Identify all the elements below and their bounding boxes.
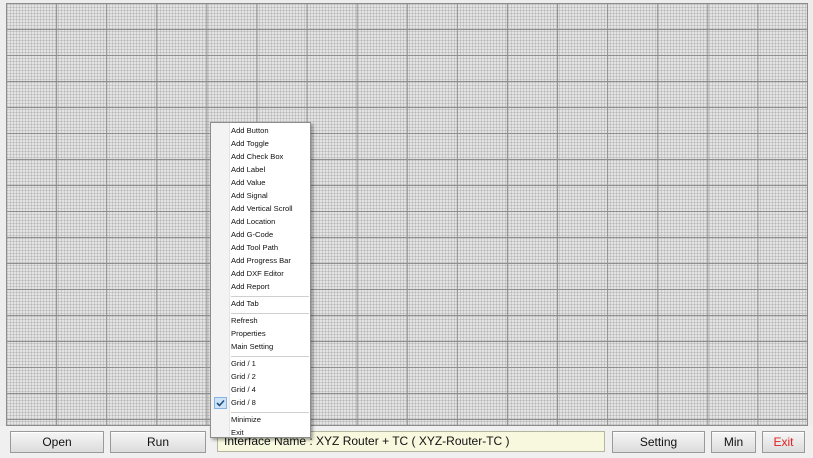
- menu-item-add-vertical-scroll[interactable]: Add Vertical Scroll: [231, 203, 309, 215]
- menu-item-grid-2[interactable]: Grid / 2: [231, 371, 309, 383]
- exit-button[interactable]: Exit: [762, 431, 805, 453]
- menu-separator: [231, 296, 309, 297]
- menu-icon-gutter: [211, 123, 230, 437]
- menu-item-add-tab[interactable]: Add Tab: [231, 298, 309, 310]
- menu-item-grid-8[interactable]: Grid / 8: [231, 397, 309, 409]
- menu-separator: [231, 356, 309, 357]
- menu-separator: [231, 313, 309, 314]
- menu-item-add-dxf-editor[interactable]: Add DXF Editor: [231, 268, 309, 280]
- menu-item-exit[interactable]: Exit: [231, 427, 309, 437]
- menu-item-properties[interactable]: Properties: [231, 328, 309, 340]
- menu-item-add-location[interactable]: Add Location: [231, 216, 309, 228]
- setting-button[interactable]: Setting: [612, 431, 705, 453]
- menu-item-add-value[interactable]: Add Value: [231, 177, 309, 189]
- menu-separator: [231, 412, 309, 413]
- menu-item-add-report[interactable]: Add Report: [231, 281, 309, 293]
- menu-item-add-signal[interactable]: Add Signal: [231, 190, 309, 202]
- menu-item-add-toggle[interactable]: Add Toggle: [231, 138, 309, 150]
- menu-item-add-g-code[interactable]: Add G-Code: [231, 229, 309, 241]
- menu-item-add-tool-path[interactable]: Add Tool Path: [231, 242, 309, 254]
- menu-item-minimize[interactable]: Minimize: [231, 414, 309, 426]
- menu-item-grid-1[interactable]: Grid / 1: [231, 358, 309, 370]
- menu-item-grid-4[interactable]: Grid / 4: [231, 384, 309, 396]
- menu-item-add-check-box[interactable]: Add Check Box: [231, 151, 309, 163]
- open-button[interactable]: Open: [10, 431, 104, 453]
- minimize-button[interactable]: Min: [711, 431, 756, 453]
- design-canvas[interactable]: [6, 3, 808, 426]
- checkmark-icon: [214, 397, 227, 409]
- menu-item-add-button[interactable]: Add Button: [231, 125, 309, 137]
- menu-item-add-progress-bar[interactable]: Add Progress Bar: [231, 255, 309, 267]
- menu-item-refresh[interactable]: Refresh: [231, 315, 309, 327]
- menu-item-main-setting[interactable]: Main Setting: [231, 341, 309, 353]
- menu-item-add-label[interactable]: Add Label: [231, 164, 309, 176]
- run-button[interactable]: Run: [110, 431, 206, 453]
- context-menu: Add Button Add Toggle Add Check Box Add …: [210, 122, 311, 438]
